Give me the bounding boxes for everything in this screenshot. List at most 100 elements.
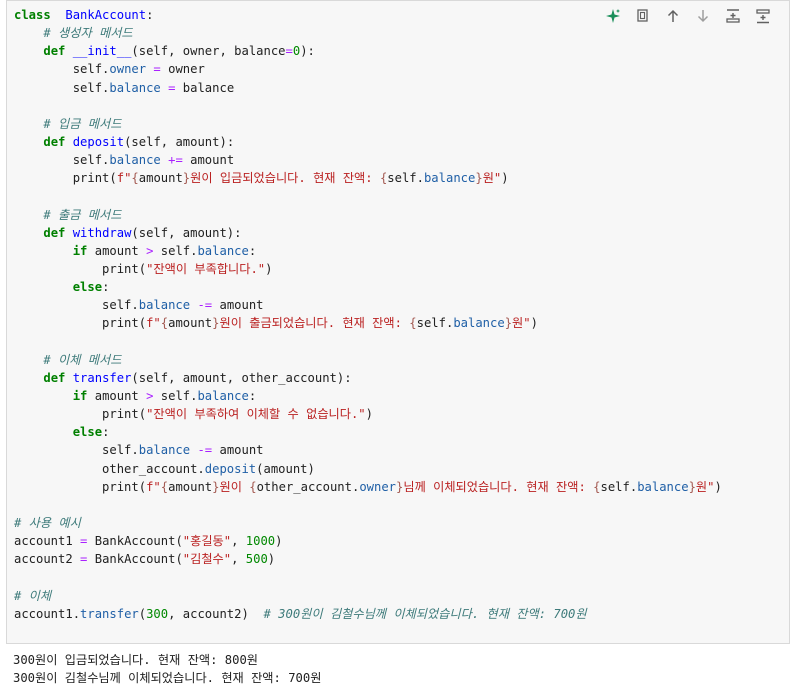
code-token: : (102, 425, 110, 440)
code-token: self. (416, 316, 454, 331)
code-token: 원이 출금되었습니다. 현재 잔액: (219, 316, 410, 331)
code-token: += (168, 153, 183, 168)
code-line: other_account.deposit(amount) (14, 460, 722, 478)
code-token: other_account. (256, 479, 360, 494)
code-token: { (593, 479, 601, 494)
code-line: self.owner = owner (14, 60, 722, 78)
code-token: withdraw (72, 225, 132, 240)
code-token: class (14, 8, 51, 22)
code-token: # 사용 예시 (14, 515, 81, 530)
code-token: self. (14, 298, 139, 313)
code-token: balance (637, 479, 689, 494)
code-line: account1 = BankAccount("홍길동", 1000) (14, 532, 722, 550)
code-token: self. (600, 479, 638, 494)
code-token: balance (197, 388, 249, 403)
code-token: { (131, 171, 139, 186)
code-token: { (409, 316, 417, 331)
code-line: print("잔액이 부족하여 이체할 수 없습니다.") (14, 405, 722, 423)
code-token: BankAccount (65, 8, 147, 22)
code-token: # 300원이 김철수님께 이체되었습니다. 현재 잔액: 700원 (263, 606, 587, 621)
code-token: -= (197, 443, 213, 458)
code-token: , account2) (168, 606, 264, 621)
code-line: else: (14, 423, 722, 441)
code-token: (amount) (256, 461, 315, 476)
code-token: = (285, 44, 293, 59)
code-token: if (72, 388, 88, 403)
code-token: amount (182, 153, 235, 168)
code-token: : (102, 280, 110, 295)
code-token: , (231, 534, 246, 549)
code-line: class BankAccount: (14, 6, 722, 24)
code-token: : (146, 8, 154, 22)
code-token: balance (138, 443, 191, 458)
code-token: "잔액이 부족합니다." (146, 261, 266, 276)
code-token: ) (275, 534, 283, 549)
code-token: { (249, 479, 257, 494)
code-line: def withdraw(self, amount): (14, 224, 722, 242)
code-token: amount (168, 479, 213, 494)
code-token: balance (453, 316, 505, 331)
code-token: BankAccount( (87, 552, 183, 567)
insert-below-icon[interactable] (751, 6, 775, 26)
code-token: (self, amount): (131, 225, 242, 240)
code-token: } (688, 479, 696, 494)
code-line: # 이체 메서드 (14, 351, 722, 369)
code-token: amount (138, 171, 183, 186)
code-token: amount (87, 243, 147, 258)
code-line: # 입금 메서드 (14, 115, 722, 133)
code-token: amount (212, 298, 264, 313)
code-line: if amount > self.balance: (14, 387, 722, 405)
code-line: def transfer(self, amount, other_account… (14, 369, 722, 387)
code-token: ): (300, 44, 315, 59)
code-token: (self, owner, balance (131, 44, 286, 59)
code-token: # 출금 메서드 (43, 207, 122, 222)
code-token: else (72, 425, 103, 440)
code-line: self.balance -= amount (14, 441, 722, 459)
code-token: (self, amount): (124, 134, 235, 149)
code-token: self. (387, 171, 424, 186)
code-token: : (248, 388, 257, 403)
code-token: def (43, 44, 66, 59)
code-line: account1.transfer(300, account2) # 300원이… (14, 605, 722, 623)
code-token: : (248, 243, 257, 258)
code-line: print(f"{amount}원이 출금되었습니다. 현재 잔액: {self… (14, 314, 722, 332)
code-token: amount (212, 443, 264, 458)
code-token: balance (197, 243, 249, 258)
code-line: print(f"{amount}원이 {other_account.owner}… (14, 478, 722, 496)
code-token: 1000 (245, 534, 276, 549)
code-token: def (43, 134, 66, 149)
code-token: deposit (72, 134, 125, 149)
code-token: self. (14, 80, 110, 95)
code-token: balance (109, 153, 161, 168)
code-token: f" (146, 479, 161, 494)
code-token: { (160, 316, 169, 331)
cell-output: 300원이 입금되었습니다. 현재 잔액: 800원 300원이 김철수님께 이체… (13, 651, 321, 687)
code-line: def __init__(self, owner, balance=0): (14, 42, 722, 60)
code-editor[interactable]: class BankAccount: # 생성자 메서드 def __init_… (14, 6, 722, 623)
code-token: else (72, 280, 103, 295)
code-cell[interactable]: class BankAccount: # 생성자 메서드 def __init_… (6, 0, 790, 644)
code-line: self.balance += amount (14, 151, 722, 169)
code-token: self. (14, 443, 139, 458)
insert-above-icon[interactable] (721, 6, 745, 26)
code-token: { (160, 479, 169, 494)
code-token: self. (153, 243, 198, 258)
code-token: } (504, 316, 513, 331)
code-token: 원" (512, 316, 531, 331)
code-token: account1. (14, 606, 81, 621)
code-token: = (153, 62, 161, 77)
code-token: account2 (14, 552, 81, 567)
